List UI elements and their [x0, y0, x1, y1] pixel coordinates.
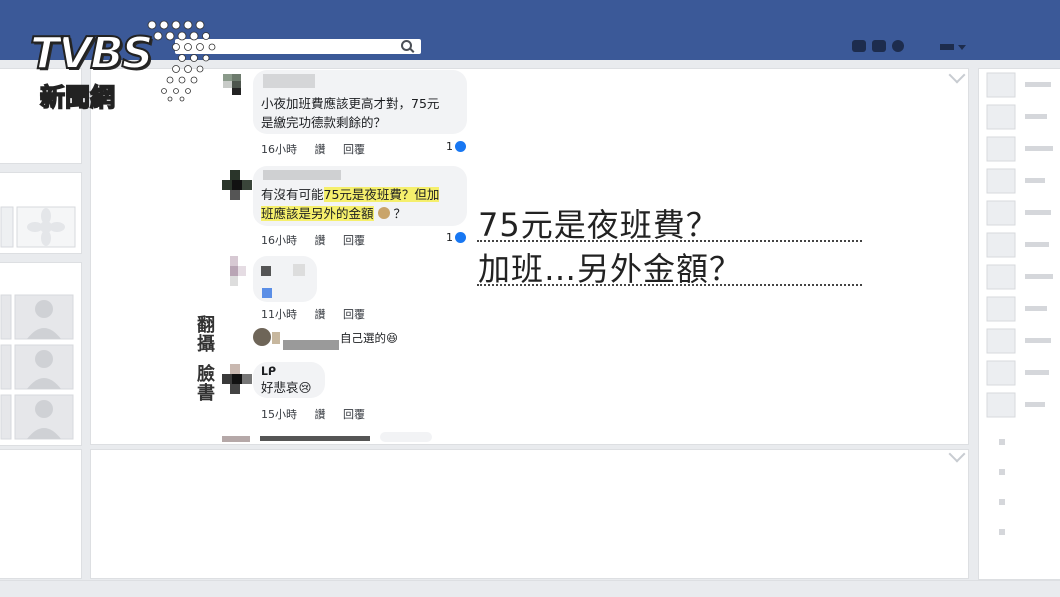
like-reaction-icon: [455, 141, 466, 152]
avatar[interactable]: [222, 170, 252, 200]
reaction-count[interactable]: 1: [446, 140, 466, 153]
comment-meta: 15小時 讚 回覆: [261, 406, 379, 422]
tvbs-logo: TVBS 新聞網: [28, 20, 216, 120]
like-link[interactable]: 讚: [315, 234, 326, 247]
source-label-top: 翻 攝: [197, 315, 215, 355]
reply-link[interactable]: 回覆: [343, 143, 365, 156]
commenter-name-blurred[interactable]: [263, 170, 341, 180]
logo-wordmark: TVBS: [29, 28, 154, 79]
contact-placeholder-icons: [986, 72, 1053, 535]
left-panel-box: [0, 172, 82, 254]
reply-link[interactable]: 回覆: [343, 308, 365, 321]
dotted-underline: [477, 240, 862, 242]
friends-icon[interactable]: [852, 40, 866, 52]
chevron-down-icon[interactable]: [958, 45, 966, 50]
comment-meta: 16小時 讚 回覆: [261, 232, 379, 248]
reply-link[interactable]: 回覆: [343, 408, 365, 421]
blurred-avatar: [222, 436, 250, 442]
logo-subtitle: 新聞網: [39, 83, 116, 113]
comment-bubble: [380, 432, 432, 442]
money-bag-emoji: [377, 207, 390, 219]
comment-text: 小夜加班費應該更高才對，75元 是繳完功德款剩餘的？: [261, 96, 440, 130]
messages-icon[interactable]: [872, 40, 886, 52]
flower-icon: [0, 206, 76, 248]
commenter-name-blurred[interactable]: [283, 340, 339, 350]
bottom-strip: [0, 580, 1060, 597]
like-reaction-icon: [455, 232, 466, 243]
like-link[interactable]: 讚: [315, 143, 326, 156]
comment-meta: 16小時 讚 回覆: [261, 141, 379, 157]
comment-text: 有沒有可能75元是夜班費？但加 班應該是另外的金額？: [261, 187, 440, 221]
like-link[interactable]: 讚: [315, 308, 326, 321]
highlighted-text: 75元是夜班費？但加: [323, 187, 440, 202]
post-card: [90, 445, 969, 579]
comment-bubble: [253, 256, 317, 302]
blurred-content: [293, 264, 305, 276]
avatar[interactable]: [253, 328, 271, 346]
commenter-name-blurred[interactable]: [263, 74, 315, 88]
chevron-down-icon[interactable]: [948, 66, 966, 84]
comment-time[interactable]: 15小時: [261, 408, 297, 421]
reply-link[interactable]: 回覆: [343, 234, 365, 247]
chevron-down-icon[interactable]: [948, 445, 966, 463]
comment-time[interactable]: 16小時: [261, 234, 297, 247]
comment-meta: 11小時 讚 回覆: [261, 306, 379, 322]
comment-bubble: 有沒有可能75元是夜班費？但加 班應該是另外的金額？: [253, 166, 467, 226]
profile-placeholder-icons: [0, 294, 74, 440]
blurred-emoji: [262, 288, 272, 298]
comment-time[interactable]: 16小時: [261, 143, 297, 156]
blurred-content: [260, 436, 370, 441]
avatar[interactable]: [222, 364, 252, 394]
comment-bubble: ᒪᑭ 好悲哀😢: [253, 362, 325, 398]
like-link[interactable]: 讚: [315, 408, 326, 421]
highlighted-text: 班應該是另外的金額: [261, 206, 374, 221]
search-icon[interactable]: [401, 40, 412, 51]
left-panel-photos: [0, 262, 82, 446]
right-sidebar-contacts: [978, 68, 1060, 580]
top-nav-icons: [852, 40, 904, 54]
commenter-name-blurred[interactable]: [261, 266, 271, 276]
comment-bubble: 小夜加班費應該更高才對，75元 是繳完功德款剩餘的？: [253, 70, 467, 134]
blurred-avatar: [272, 332, 280, 344]
avatar[interactable]: [223, 74, 245, 96]
left-panel-box: [0, 449, 82, 579]
source-label-bottom: 臉 書: [197, 364, 215, 404]
notifications-icon[interactable]: [892, 40, 904, 52]
comment-time[interactable]: 11小時: [261, 308, 297, 321]
account-icon[interactable]: [940, 44, 954, 50]
dotted-underline: [477, 284, 862, 286]
comment-text: 自己選的😆: [340, 331, 398, 345]
comment-text: 好悲哀😢: [261, 380, 312, 395]
reaction-count[interactable]: 1: [446, 231, 466, 244]
avatar[interactable]: [230, 256, 252, 286]
